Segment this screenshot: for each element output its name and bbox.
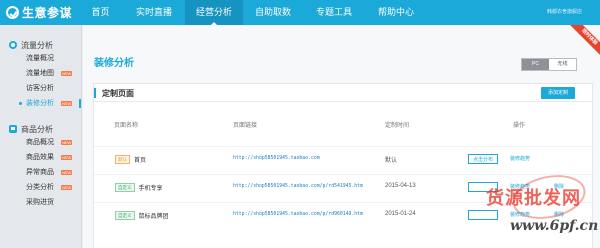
main-content: 装修分析 PC 无线 限时体验 定制页面 添加定制 页面名称 页面链接 定制时间… [83,25,600,248]
page-link[interactable]: http://shop58501945.taobao.com/p/rd96014… [233,211,383,218]
logo-check-icon [6,6,19,19]
click-distribution-button[interactable] [468,182,498,192]
sidebar-item-label: 装修分析 [26,100,54,107]
column-header-actions: 操作 [513,123,526,129]
decoration-trend-link[interactable]: 装修趋势 [510,211,530,218]
sidebar-group-title: 商品分析 [21,124,53,134]
default-tag: 默认 [115,155,130,164]
panel-accent-bar [94,88,96,98]
table-row: 默认 首页 http://shop58501945.taobao.com 默认 … [94,146,594,172]
main-nav: 首页 实时直播 经营分析 自助取数 专题工具 帮助中心 [78,0,427,25]
sidebar-item-label: 分类分析 [26,184,54,191]
new-badge: NEW [61,185,73,190]
sidebar: 流量分析 流量概况 流量地图 NEW 访客分析 装修分析 NEW 商品分析 商品… [0,25,82,248]
page-name-cell: 自定义 鼠标品牌团 [115,211,169,220]
delete-link[interactable]: 删除 [554,183,564,190]
table-header: 页面名称 页面链接 定制时间 操作 [94,120,594,132]
sidebar-item-decoration-analysis[interactable]: 装修分析 NEW [0,96,81,111]
sidebar-group-header[interactable]: 流量分析 [0,39,81,51]
eye-icon [9,41,17,49]
trial-ribbon: 限时体验 [570,25,600,55]
trial-ribbon-label: 限时体验 [570,25,600,55]
new-badge: NEW [61,101,73,106]
delete-link[interactable]: 删除 [554,211,564,218]
new-badge: NEW [61,170,73,175]
nav-item-help-center[interactable]: 帮助中心 [365,0,427,25]
page-title: 装修分析 [94,58,134,69]
nav-item-business-analysis[interactable]: 经营分析 [185,0,243,25]
add-custom-button[interactable]: 添加定制 [541,87,575,99]
sidebar-item-label: 商品效果 [26,154,54,161]
panel-header: 定制页面 添加定制 [94,84,592,102]
click-distribution-button[interactable]: 点击分布 [468,154,498,164]
sidebar-item-abnormal-products[interactable]: 异常商品 NEW [0,165,81,180]
custom-time: 2015-04-13 [385,183,416,189]
page-name: 首页 [134,158,147,164]
new-badge: NEW [61,155,73,160]
page-name-cell: 默认 首页 [115,155,146,164]
custom-tag: 自定义 [115,183,135,192]
column-header-custom-time: 定制时间 [385,123,410,129]
page-name: 鼠标品牌团 [138,214,169,220]
nav-item-home[interactable]: 首页 [78,0,123,25]
sidebar-item-traffic-overview[interactable]: 流量概况 [0,51,81,66]
sidebar-item-label: 访客分析 [26,85,54,92]
table-row: 自定义 手机专享 http://shop58501945.taobao.com/… [94,174,594,200]
custom-time: 2015-01-24 [385,211,416,217]
sidebar-item-product-effect[interactable]: 商品效果 NEW [0,150,81,165]
sidebar-group-products: 商品分析 商品概况 NEW 商品效果 NEW 异常商品 NEW 分类分析 NEW… [0,123,81,210]
sidebar-item-purchasing[interactable]: 采购进货 [0,195,81,210]
nav-item-topic-tools[interactable]: 专题工具 [303,0,365,25]
sidebar-item-category-analysis[interactable]: 分类分析 NEW [0,180,81,195]
sidebar-item-label: 商品概况 [26,139,54,146]
page-name-cell: 自定义 手机专享 [115,183,163,192]
click-distribution-button[interactable] [468,210,498,220]
nav-item-realtime[interactable]: 实时直播 [123,0,185,25]
shop-name-link[interactable]: 韩都衣舍旗舰店 [547,8,582,15]
custom-time: 默认 [385,158,398,164]
sidebar-item-product-overview[interactable]: 商品概况 NEW [0,135,81,150]
custom-pages-panel: 定制页面 添加定制 页面名称 页面链接 定制时间 操作 默认 首页 http:/… [93,83,594,248]
nav-item-self-service-data[interactable]: 自助取数 [243,0,303,25]
product-icon [9,125,17,133]
decoration-trend-link[interactable]: 装修趋势 [510,155,530,162]
page-link[interactable]: http://shop58501945.taobao.com/p/rd54194… [233,183,383,190]
sidebar-group-header[interactable]: 商品分析 [0,123,81,135]
top-nav-bar: 生意参谋 首页 实时直播 经营分析 自助取数 专题工具 帮助中心 韩都衣舍旗舰店 [0,0,600,25]
custom-tag: 自定义 [115,211,135,220]
decoration-trend-link[interactable]: 装修趋势 [510,183,530,190]
sidebar-group-title: 流量分析 [21,40,53,50]
sidebar-item-label: 流量概况 [26,55,54,62]
sidebar-item-label: 采购进货 [26,199,54,206]
new-badge: NEW [61,140,73,145]
new-badge: NEW [61,71,73,76]
panel-title: 定制页面 [102,89,134,98]
sidebar-item-visitor-analysis[interactable]: 访客分析 [0,81,81,96]
sidebar-item-label: 异常商品 [26,169,54,176]
column-header-page-link: 页面链接 [233,123,258,129]
device-toggle: PC 无线 [521,58,577,71]
column-header-page-name: 页面名称 [114,123,139,129]
table-row: 自定义 鼠标品牌团 http://shop58501945.taobao.com… [94,202,594,228]
page-name: 手机专享 [138,186,163,192]
device-wireless-button[interactable]: 无线 [549,59,576,70]
page-link[interactable]: http://shop58501945.taobao.com [233,155,383,162]
logo[interactable]: 生意参谋 [6,4,72,21]
sidebar-item-traffic-map[interactable]: 流量地图 NEW [0,66,81,81]
sidebar-group-traffic: 流量分析 流量概况 流量地图 NEW 访客分析 装修分析 NEW [0,39,81,111]
device-pc-button[interactable]: PC [522,59,549,70]
sidebar-item-label: 流量地图 [26,70,54,77]
logo-text: 生意参谋 [22,6,73,20]
